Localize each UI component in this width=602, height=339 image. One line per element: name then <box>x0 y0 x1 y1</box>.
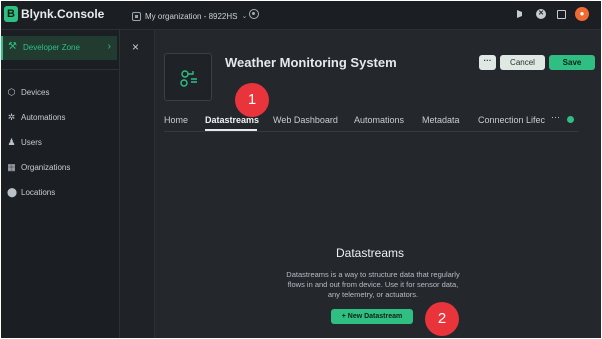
sidebar-item-automations[interactable]: ✲ Automations <box>1 108 119 128</box>
sidebar-item-label: Developer Zone <box>23 43 80 52</box>
sidebar-item-label: Organizations <box>21 163 71 172</box>
sidebar: ⚒ Developer Zone › ⬡ Devices ✲ Automatio… <box>1 30 120 338</box>
user-avatar[interactable]: ● <box>575 7 589 21</box>
tab-home[interactable]: Home <box>164 115 188 125</box>
org-name: My organization - 8922HS <box>145 11 238 21</box>
close-icon[interactable]: × <box>132 41 139 53</box>
chevron-down-icon: ⌄ <box>241 13 248 20</box>
tab-connection-lifecycle[interactable]: Connection Lifec <box>478 115 546 125</box>
tab-web-dashboard[interactable]: Web Dashboard <box>273 115 338 125</box>
sidebar-item-label: Devices <box>21 88 50 97</box>
blynk-logo-icon[interactable]: B <box>4 6 18 22</box>
tabs-overflow-button[interactable]: ··· <box>551 112 560 122</box>
tab-metadata[interactable]: Metadata <box>422 115 460 125</box>
template-image[interactable] <box>164 53 212 101</box>
sidebar-item-label: Automations <box>21 113 66 122</box>
top-bar: B Blynk.Console My organization - 8922HS… <box>1 1 601 30</box>
pin-icon: ⬤ <box>7 187 18 197</box>
sidebar-item-label: Locations <box>21 188 56 197</box>
chevron-right-icon: › <box>107 41 111 52</box>
template-device-icon <box>180 70 197 87</box>
sidebar-item-developer-zone[interactable]: ⚒ Developer Zone › <box>1 36 117 60</box>
new-datastream-button[interactable]: + New Datastream <box>331 309 413 324</box>
more-actions-button[interactable]: ··· <box>479 55 496 70</box>
announcements-icon[interactable] <box>515 8 527 20</box>
sidebar-item-label: Users <box>21 138 42 147</box>
tabs-divider <box>164 131 578 132</box>
org-icon <box>132 11 141 21</box>
users-icon: ♟ <box>7 137 16 147</box>
cancel-button[interactable]: Cancel <box>500 55 545 70</box>
annotation-badge-1: 1 <box>235 83 269 117</box>
info-icon[interactable] <box>567 116 574 123</box>
empty-state-title: Datastreams <box>336 246 405 260</box>
sidebar-item-locations[interactable]: ⬤ Locations <box>1 183 119 203</box>
cube-icon: ⬡ <box>7 87 16 97</box>
building-icon: ▦ <box>7 162 16 172</box>
sidebar-item-organizations[interactable]: ▦ Organizations <box>1 158 119 178</box>
sidebar-item-users[interactable]: ♟ Users <box>1 133 119 153</box>
sidebar-divider <box>1 69 120 70</box>
settings-icon[interactable] <box>249 9 259 19</box>
annotation-badge-2: 2 <box>425 302 459 336</box>
tools-icon: ⚒ <box>8 41 17 52</box>
app-name: Blynk.Console <box>21 7 105 21</box>
sidebar-item-devices[interactable]: ⬡ Devices <box>1 83 119 103</box>
template-title: Weather Monitoring System <box>225 55 397 70</box>
save-button[interactable]: Save <box>549 55 595 70</box>
help-icon[interactable]: ✕ <box>535 8 547 20</box>
organization-icon[interactable] <box>555 8 567 20</box>
automation-icon: ✲ <box>7 112 16 122</box>
empty-state-description: Datastreams is a way to structure data t… <box>286 270 460 299</box>
org-selector[interactable]: My organization - 8922HS ⌄ <box>132 9 247 23</box>
top-right-icons: ✕ ● <box>515 7 589 21</box>
tab-automations[interactable]: Automations <box>354 115 404 125</box>
